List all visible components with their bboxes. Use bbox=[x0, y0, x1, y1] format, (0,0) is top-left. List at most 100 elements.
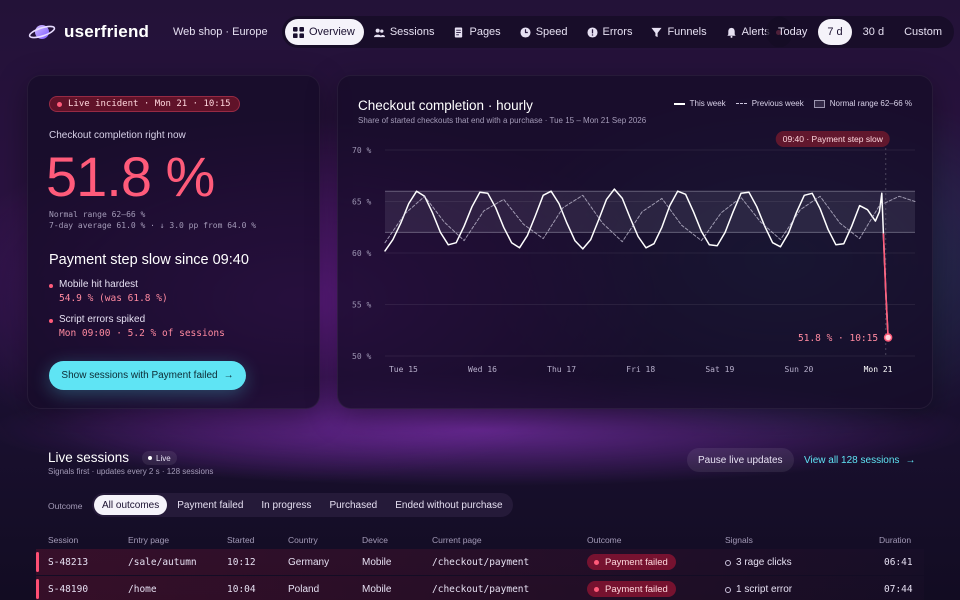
view-all-sessions-link[interactable]: View all 128 sessions → bbox=[804, 455, 915, 466]
brand-logo[interactable]: userfriend bbox=[28, 20, 149, 44]
live-sessions-title: Live sessions bbox=[48, 450, 130, 465]
nav-label: Overview bbox=[309, 26, 355, 38]
current-value-point bbox=[883, 333, 893, 342]
x-tick-label: Sat 19 bbox=[705, 365, 734, 374]
arrow-right-icon: → bbox=[223, 370, 234, 381]
workspace-selector[interactable]: Web shop · Europe bbox=[173, 26, 268, 38]
live-sessions-subtitle: Signals first · updates every 2 s · 128 … bbox=[48, 467, 214, 476]
row-alert-marker bbox=[36, 552, 39, 572]
finding-title: Script errors spiked bbox=[59, 314, 146, 325]
current-page: /checkout/payment bbox=[432, 584, 530, 595]
device: Mobile bbox=[362, 584, 392, 595]
outcome-text: Payment failed bbox=[605, 583, 668, 595]
x-tick-label: Wed 16 bbox=[468, 365, 497, 374]
kpi-value: 51.8 % bbox=[46, 145, 215, 208]
range-custom[interactable]: Custom bbox=[895, 19, 951, 45]
filter-in-progress[interactable]: In progress bbox=[253, 495, 319, 515]
live-incident-badge: Live incident · Mon 21 · 10:15 bbox=[49, 96, 240, 112]
filter-purchased[interactable]: Purchased bbox=[321, 495, 385, 515]
session-id[interactable]: S-48190 bbox=[48, 584, 88, 595]
x-tick-label: Mon 21 bbox=[864, 365, 893, 374]
outcome-dot bbox=[594, 559, 599, 565]
duration: 07:44 bbox=[884, 584, 913, 595]
column-header-country[interactable]: Country bbox=[288, 535, 318, 545]
column-header-entry-page[interactable]: Entry page bbox=[128, 535, 169, 545]
users-icon bbox=[373, 28, 385, 37]
pause-live-updates-button[interactable]: Pause live updates bbox=[687, 448, 794, 472]
device: Mobile bbox=[362, 557, 392, 568]
filter-all-outcomes[interactable]: All outcomes bbox=[94, 495, 168, 515]
nav-label: Pages bbox=[469, 26, 501, 38]
error-icon bbox=[586, 26, 598, 38]
x-tick-label: Fri 18 bbox=[626, 365, 655, 374]
y-tick-label: 60 % bbox=[352, 249, 371, 258]
chart-panel: Checkout completion · hourly Share of st… bbox=[337, 75, 933, 409]
entry-page: /home bbox=[128, 584, 157, 595]
range-30d[interactable]: 30 d bbox=[854, 19, 893, 45]
signal-ring-icon bbox=[725, 559, 731, 566]
arrow-right-icon: → bbox=[905, 455, 916, 466]
nav-speed[interactable]: Speed bbox=[512, 19, 577, 45]
planet-logo-icon bbox=[28, 25, 56, 39]
table-row[interactable]: S-48213 /sale/autumn 10:12 Germany Mobil… bbox=[36, 549, 924, 575]
outcome-text: Payment failed bbox=[605, 556, 668, 568]
nav-pages[interactable]: Pages bbox=[445, 19, 509, 45]
outcome-filter-label: Outcome bbox=[48, 501, 83, 511]
nav-label: Speed bbox=[535, 26, 568, 38]
column-header-device[interactable]: Device bbox=[362, 535, 388, 545]
live-badge: Live bbox=[142, 451, 177, 465]
filter-ended-without-purchase[interactable]: Ended without purchase bbox=[387, 495, 510, 515]
current-page: /checkout/payment bbox=[432, 557, 530, 568]
nav-overview[interactable]: Overview bbox=[285, 19, 364, 45]
column-header-session[interactable]: Session bbox=[48, 535, 78, 545]
nav-funnels[interactable]: Funnels bbox=[643, 19, 715, 45]
nav-errors[interactable]: Errors bbox=[579, 19, 642, 45]
nav-sessions[interactable]: Sessions bbox=[366, 19, 444, 45]
outcome-badge: Payment failed bbox=[587, 581, 676, 597]
country: Poland bbox=[288, 584, 320, 595]
signal-text: 1 script error bbox=[736, 584, 793, 595]
column-header-outcome[interactable]: Outcome bbox=[587, 535, 622, 545]
show-failed-sessions-button[interactable]: Show sessions with Payment failed → bbox=[49, 361, 246, 390]
view-all-label: View all 128 sessions bbox=[804, 455, 900, 466]
y-tick-label: 50 % bbox=[352, 352, 371, 361]
session-id[interactable]: S-48213 bbox=[48, 557, 88, 568]
nav-label: Sessions bbox=[389, 26, 435, 38]
finding-dot bbox=[49, 284, 53, 288]
finding-detail: 54.9 % (was 61.8 %) bbox=[59, 293, 168, 304]
top-bar: userfriend Web shop · Europe Overview Se… bbox=[0, 0, 960, 64]
column-header-started[interactable]: Started bbox=[227, 535, 254, 545]
table-row[interactable]: S-48190 /home 10:04 Poland Mobile /check… bbox=[36, 576, 924, 600]
started-time: 10:04 bbox=[227, 584, 256, 595]
column-header-signals[interactable]: Signals bbox=[725, 535, 753, 545]
incident-panel: Live incident · Mon 21 · 10:15 Checkout … bbox=[27, 75, 320, 409]
nav-label: Funnels bbox=[667, 26, 707, 38]
range-7d[interactable]: 7 d bbox=[818, 19, 852, 45]
completion-line-chart: 70 % 65 % 60 % 55 % 50 % Tue 15 Wed 16 Thu 17 Fr… bbox=[352, 131, 916, 374]
live-badge-text: Live bbox=[156, 453, 171, 463]
main-nav: Overview Sessions Pages Speed Errors Fun… bbox=[282, 16, 793, 48]
bell-icon bbox=[726, 27, 736, 38]
live-dot bbox=[148, 456, 152, 460]
funnel-icon bbox=[651, 27, 662, 37]
grid-icon bbox=[293, 26, 304, 38]
signal: 1 script error bbox=[725, 584, 792, 595]
page-icon bbox=[455, 26, 463, 38]
column-header-duration[interactable]: Duration bbox=[879, 535, 911, 545]
column-header-current-page[interactable]: Current page bbox=[432, 535, 482, 545]
incident-headline: Payment step slow since 09:40 bbox=[49, 252, 249, 268]
filter-payment-failed[interactable]: Payment failed bbox=[169, 495, 251, 515]
annotation-text: 09:40 · Payment step slow bbox=[783, 134, 884, 144]
y-tick-label: 65 % bbox=[352, 198, 371, 207]
x-tick-label: Thu 17 bbox=[547, 365, 576, 374]
row-alert-marker bbox=[36, 579, 39, 599]
incident-dot bbox=[57, 101, 62, 107]
cta-label: Show sessions with Payment failed bbox=[61, 370, 218, 381]
y-tick-label: 55 % bbox=[352, 301, 371, 310]
range-today[interactable]: Today bbox=[769, 19, 816, 45]
current-value-label: 51.8 % · 10:15 bbox=[798, 333, 878, 344]
country: Germany bbox=[288, 557, 330, 568]
finding-dot bbox=[49, 319, 53, 323]
finding-title: Mobile hit hardest bbox=[59, 279, 138, 290]
normal-range-text: Normal range 62–66 % bbox=[49, 210, 146, 219]
